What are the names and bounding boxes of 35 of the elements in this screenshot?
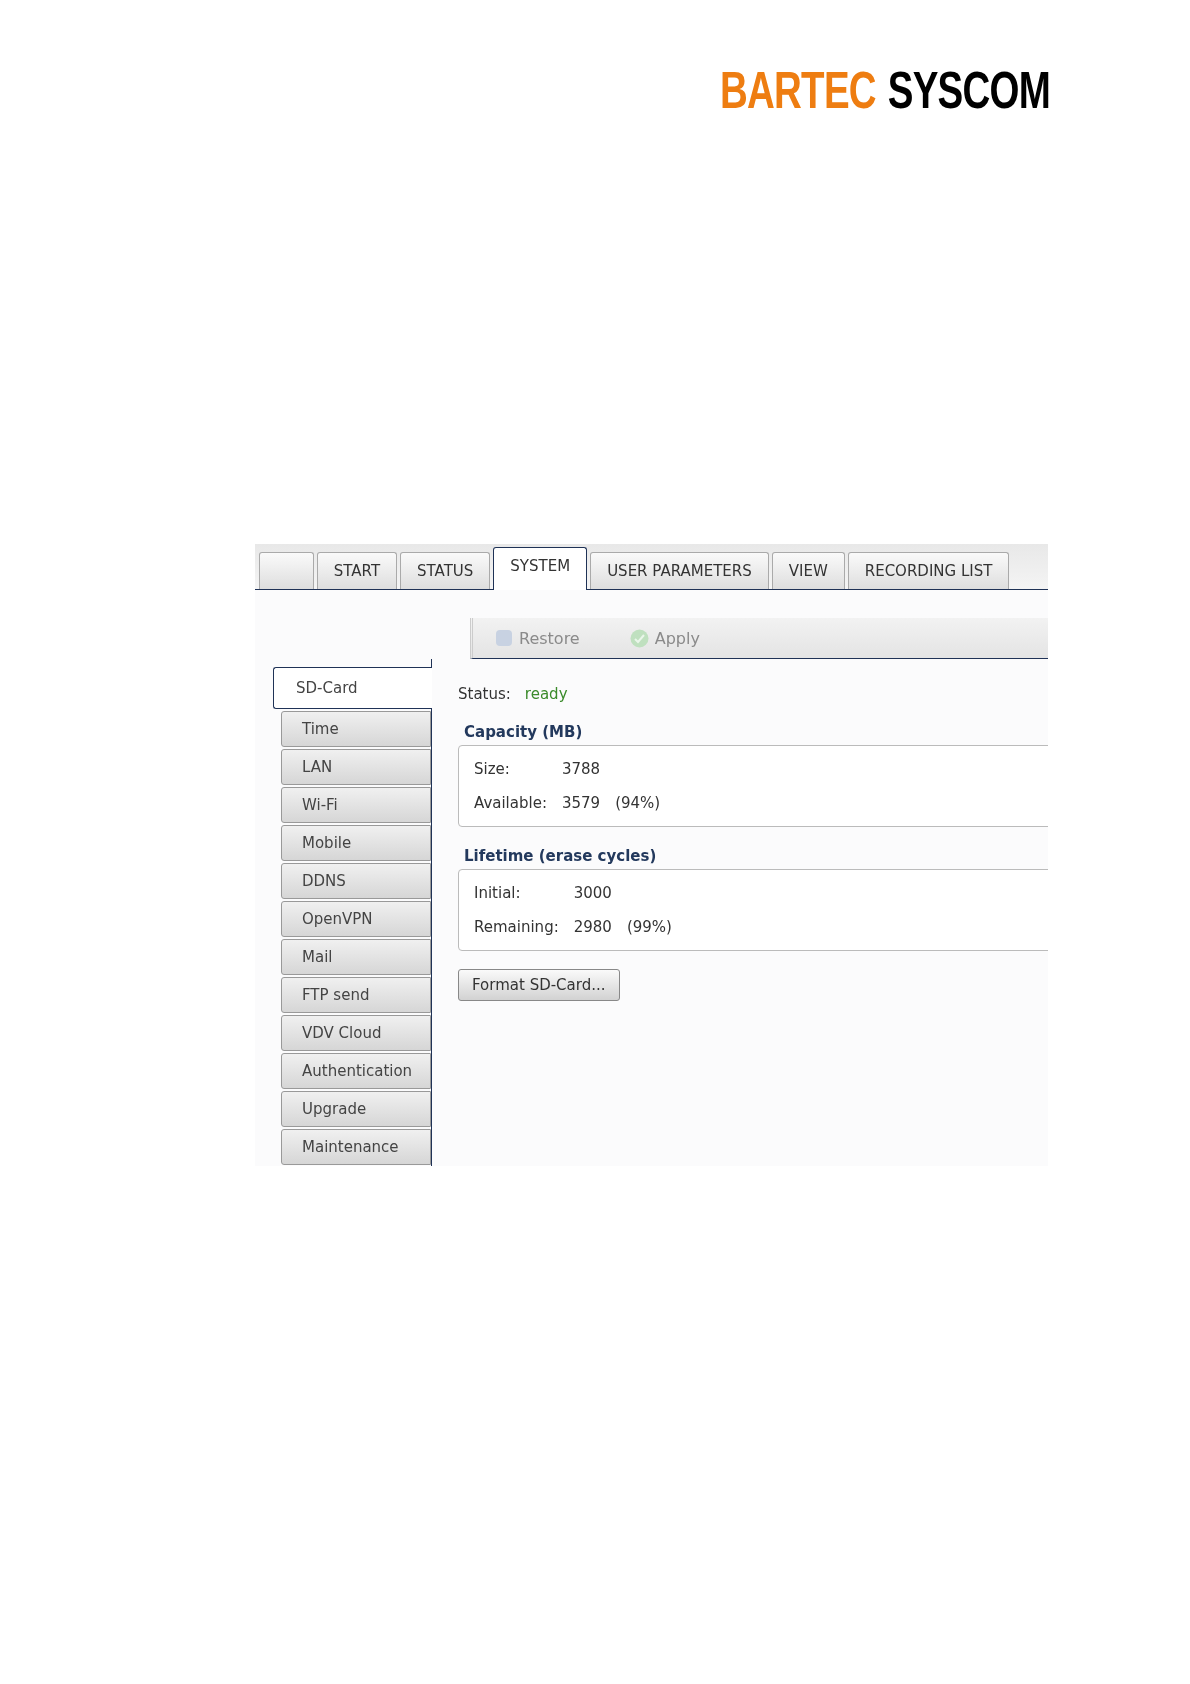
- field-label: Available:: [474, 794, 547, 812]
- field-value: 3788: [561, 760, 601, 778]
- tab[interactable]: SYSTEM: [493, 547, 588, 590]
- sidebar-item[interactable]: Mobile: [281, 825, 431, 861]
- sidebar-item[interactable]: Time: [281, 711, 431, 747]
- status-label: Status:: [458, 685, 511, 703]
- sidebar-item[interactable]: Wi-Fi: [281, 787, 431, 823]
- sidebar-item[interactable]: VDV Cloud: [281, 1015, 431, 1051]
- group-title: Lifetime (erase cycles): [464, 847, 657, 865]
- sidebar-item[interactable]: Mail: [281, 939, 431, 975]
- tab[interactable]: USER PARAMETERS: [590, 552, 769, 589]
- field-label: Size:: [474, 760, 511, 778]
- field-percent: (99%): [626, 918, 672, 936]
- sidebar-item[interactable]: FTP send: [281, 977, 431, 1013]
- logo: BARTEC SYSCOM: [719, 62, 1050, 118]
- group-title: Capacity (MB): [464, 723, 583, 741]
- tab[interactable]: STATUS: [400, 552, 491, 589]
- sidebar-item[interactable]: Upgrade: [281, 1091, 431, 1127]
- tab[interactable]: START: [316, 552, 398, 589]
- field-label: Remaining:: [474, 918, 559, 936]
- field-label: Initial:: [474, 884, 522, 902]
- tab[interactable]: RECORDING LIST: [847, 552, 1010, 589]
- field-value: 3579: [561, 794, 601, 812]
- sidebar-item[interactable]: Maintenance: [281, 1129, 431, 1165]
- sidebar-item[interactable]: SD-Card: [273, 667, 432, 709]
- field-value: 3000: [573, 884, 612, 902]
- status-value: ready: [524, 685, 568, 703]
- field-percent: (94%): [615, 794, 661, 812]
- format-button[interactable]: Format SD-Card...: [458, 969, 620, 1001]
- sidebar-item[interactable]: DDNS: [281, 863, 431, 899]
- tab[interactable]: VIEW: [771, 552, 845, 589]
- sidebar-item[interactable]: LAN: [281, 749, 431, 785]
- sidebar-item[interactable]: Authentication: [281, 1053, 431, 1089]
- field-value: 2980: [573, 918, 612, 936]
- sidebar-item[interactable]: OpenVPN: [281, 901, 431, 937]
